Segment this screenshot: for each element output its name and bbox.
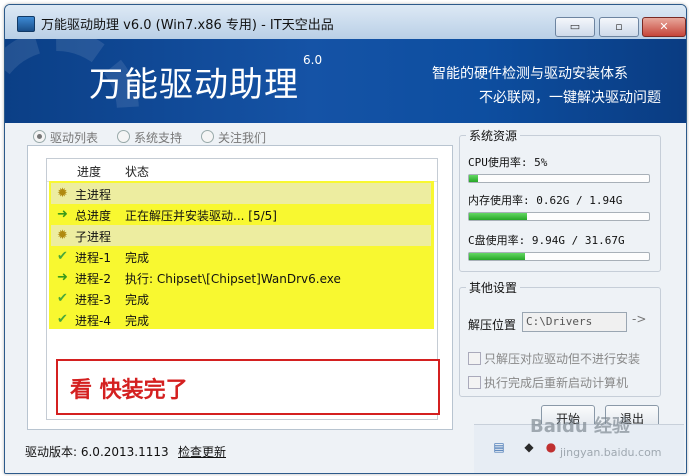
window-title: 万能驱动助理 v6.0 (Win7.x86 专用) - IT天空出品 [41,18,334,33]
disk-usage-bar [468,252,650,261]
browse-button[interactable]: -> [632,312,646,326]
row-name: 主进程 [75,188,112,202]
flag-icon[interactable]: ● [544,439,558,455]
banner-title: 万能驱动助理 [89,65,299,105]
annotation-text: 看 快装完了 [70,378,188,403]
row-status: 执行: Chipset\[Chipset]WanDrv6.exe [125,272,341,286]
app-window: 万能驱动助理 v6.0 (Win7.x86 专用) - IT天空出品 ▭ ▫ ✕… [4,4,687,474]
watermark-url: jingyan.baidu.com [560,446,662,459]
checkbox-icon [468,376,481,389]
slogan-line2: 不必联网，一键解决驱动问题 [479,90,661,106]
radio-icon [117,130,130,143]
close-button[interactable]: ✕ [642,17,686,37]
watermark-brand: Baidu 经验 [530,416,631,437]
driver-version: 驱动版本: 6.0.2013.1113 [25,445,169,459]
arrow-right-icon: ➜ [57,270,68,285]
row-name: 进程-3 [75,293,111,307]
row-name: 进程-1 [75,251,111,265]
driver-list-panel: 进度 状态 ✹ 主进程 ➜ 总进度 正在解压并安装驱动... [5/5] ✹ 子… [27,145,453,430]
checkbox-icon [468,352,481,365]
title-bar[interactable]: 万能驱动助理 v6.0 (Win7.x86 专用) - IT天空出品 ▭ ▫ ✕ [5,5,686,39]
extract-only-checkbox[interactable]: 只解压对应驱动但不进行安装 [468,350,640,367]
tab-system-support[interactable]: 系统支持 [117,129,182,146]
list-item-process-1[interactable]: ✔ 进程-1 完成 [51,246,431,267]
check-update-link[interactable]: 检查更新 [178,443,226,460]
tab-label: 系统支持 [134,131,183,145]
list-item-main-process[interactable]: ✹ 主进程 [51,183,431,204]
list-header: 进度 状态 [47,159,437,182]
row-name: 进程-4 [75,314,111,328]
restore-button[interactable]: ▫ [599,17,639,37]
cpu-usage-bar [468,174,650,183]
gear-icon: ✹ [57,228,68,243]
extract-path-label: 解压位置 [468,318,517,332]
tab-follow-us[interactable]: 关注我们 [201,129,266,146]
banner-version: 6.0 [303,53,323,67]
app-icon [17,16,35,32]
radio-selected-icon [33,130,46,143]
reboot-after-checkbox[interactable]: 执行完成后重新启动计算机 [468,374,628,391]
row-name: 进程-2 [75,272,111,286]
disk-usage-fill [469,253,525,260]
row-status: 正在解压并安装驱动... [5/5] [125,209,277,223]
tab-label: 驱动列表 [50,131,99,145]
slogan-line1: 智能的硬件检测与驱动安装体系 [432,66,628,82]
minimize-button[interactable]: ▭ [555,17,595,37]
row-status: 完成 [125,251,150,265]
list-item-sub-process[interactable]: ✹ 子进程 [51,225,431,246]
document-icon[interactable]: ▤ [492,439,506,455]
tab-label: 关注我们 [218,131,267,145]
row-status: 完成 [125,293,150,307]
check-icon: ✔ [57,312,68,327]
system-resources-group: 系统资源 CPU使用率: 5% 内存使用率: 0.62G / 1.94G C盘使… [459,127,661,272]
list-item-process-2[interactable]: ➜ 进程-2 执行: Chipset\[Chipset]WanDrv6.exe [51,267,431,288]
row-status: 完成 [125,314,150,328]
disk-usage-label: C盘使用率: 9.94G / 31.67G [468,234,625,247]
app-tray-icon[interactable]: ◆ [522,439,536,455]
check-icon: ✔ [57,249,68,264]
other-settings-group: 其他设置 解压位置 C:\Drivers -> 只解压对应驱动但不进行安装 执行… [459,279,661,397]
gear-icon: ✹ [57,186,68,201]
checkbox-label: 只解压对应驱动但不进行安装 [484,352,641,366]
extract-path-input[interactable]: C:\Drivers [522,312,627,332]
memory-usage-bar [468,212,650,221]
resources-title: 系统资源 [466,127,521,144]
list-item-process-3[interactable]: ✔ 进程-3 完成 [51,288,431,309]
memory-usage-label: 内存使用率: 0.62G / 1.94G [468,194,623,207]
annotation-box: 看 快装完了 [56,359,440,415]
check-icon: ✔ [57,291,68,306]
column-progress: 进度 [77,165,102,179]
checkbox-label: 执行完成后重新启动计算机 [484,376,629,390]
list-item-total-progress[interactable]: ➜ 总进度 正在解压并安装驱动... [5/5] [51,204,431,225]
row-name: 总进度 [75,209,112,223]
cpu-usage-label: CPU使用率: 5% [468,156,548,169]
list-item-process-4[interactable]: ✔ 进程-4 完成 [51,309,431,330]
header-banner: 万能驱动助理 6.0 智能的硬件检测与驱动安装体系 不必联网，一键解决驱动问题 [5,39,686,123]
cpu-usage-fill [469,175,478,182]
column-status: 状态 [125,165,150,179]
memory-usage-fill [469,213,527,220]
settings-title: 其他设置 [466,279,521,296]
tab-driver-list[interactable]: 驱动列表 [33,129,98,146]
arrow-right-icon: ➜ [57,207,68,222]
row-name: 子进程 [75,230,112,244]
radio-icon [201,130,214,143]
